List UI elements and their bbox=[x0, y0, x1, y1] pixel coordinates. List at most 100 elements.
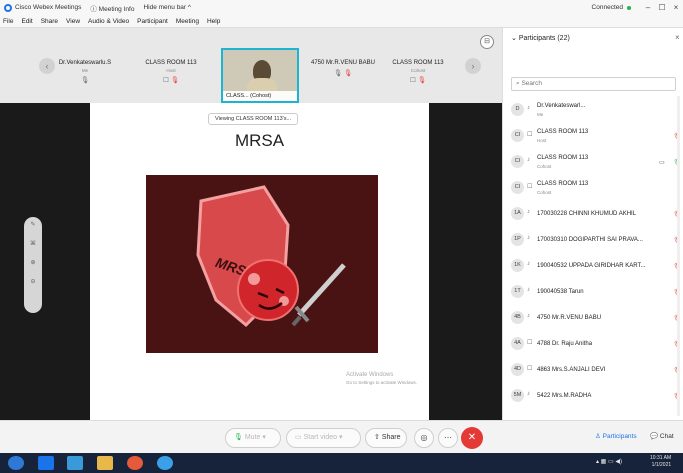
participant-row[interactable]: 4A ☐ 4788 Dr. Raju Anitha 🎙 bbox=[511, 334, 681, 356]
participant-avatar: 1A bbox=[511, 207, 524, 220]
share-icon: ⇧ bbox=[374, 434, 380, 441]
computer-audio-icon: ♪ bbox=[527, 261, 530, 267]
participant-row[interactable]: 4B ♪ 4750 Mr.R.VENU BABU 🎙 bbox=[511, 308, 681, 330]
participant-avatar: 1T bbox=[511, 285, 524, 298]
active-speaker-tile[interactable]: CLASS... (Cohost) bbox=[221, 48, 299, 103]
phone-icon: ☐ bbox=[527, 184, 533, 190]
menu-meeting[interactable]: Meeting bbox=[176, 18, 199, 25]
phone-icon: ☐ bbox=[527, 340, 533, 346]
menu-file[interactable]: File bbox=[3, 18, 13, 25]
computer-audio-icon: ♪ bbox=[527, 157, 530, 163]
menu-participant[interactable]: Participant bbox=[137, 18, 168, 25]
participant-row[interactable]: 1A ♪ 170030228 CHINNI KHUMUD AKHIL 🎙 bbox=[511, 204, 681, 226]
participant-search[interactable]: ⌕ bbox=[511, 77, 676, 91]
chat-label: Chat bbox=[659, 433, 674, 440]
zoom-out-icon[interactable]: ⊖ bbox=[24, 278, 42, 285]
menu-share[interactable]: Share bbox=[41, 18, 58, 25]
annotation-toolbar[interactable]: ✎ ⌘ ⊕ ⊖ bbox=[24, 217, 42, 313]
participant-row[interactable]: CI ♪ CLASS ROOM 113 Cohost ▭ 🎙 bbox=[511, 152, 681, 174]
video-tile[interactable]: 4750 Mr.R.VENU BABU 🎙 🎙 bbox=[300, 50, 386, 94]
participant-name: CLASS ROOM 113 bbox=[537, 181, 589, 187]
participant-avatar: 4A bbox=[511, 337, 524, 350]
participant-name: Dr.Venkateswarl... bbox=[537, 103, 586, 109]
participant-row[interactable]: 4D ☐ 4863 Mrs.S.ANJALI DEVI 🎙 bbox=[511, 360, 681, 382]
close-window-button[interactable]: × bbox=[669, 3, 683, 12]
menu-edit[interactable]: Edit bbox=[21, 18, 32, 25]
panel-header[interactable]: ⌄ Participants (22) bbox=[511, 34, 570, 42]
menu-help[interactable]: Help bbox=[207, 18, 220, 25]
computer-audio-icon: ♪ bbox=[527, 105, 530, 111]
participant-avatar: D bbox=[511, 103, 524, 116]
menu-view[interactable]: View bbox=[66, 18, 80, 25]
tile-name: 4750 Mr.R.VENU BABU bbox=[310, 60, 376, 66]
participant-row[interactable]: 1T ♪ 190040538 Tarun 🎙 bbox=[511, 282, 681, 304]
leave-meeting-button[interactable]: ✕ bbox=[461, 427, 483, 449]
video-tile[interactable]: Dr.Venkateswarlu.S Me 🎙 bbox=[42, 50, 128, 94]
tile-role: Host bbox=[166, 68, 176, 73]
phone-icon: ☐ bbox=[163, 77, 169, 84]
chrome-icon[interactable] bbox=[127, 456, 143, 470]
participant-row[interactable]: D ♪ Dr.Venkateswarl... Me bbox=[511, 100, 681, 122]
video-tile[interactable]: CLASS ROOM 113 Cohost ☐ 🎙 bbox=[375, 50, 461, 94]
strip-next-button[interactable]: › bbox=[465, 58, 481, 74]
pointer-tool-icon[interactable]: ✎ bbox=[24, 221, 42, 228]
chat-icon: 💬 bbox=[650, 433, 659, 440]
network-icon[interactable]: ▴ ▦ ▭ ◀) bbox=[596, 459, 622, 465]
panel-scrollbar[interactable] bbox=[677, 96, 680, 416]
search-input[interactable] bbox=[521, 80, 652, 87]
participant-name: 4863 Mrs.S.ANJALI DEVI bbox=[537, 367, 606, 373]
folder-icon[interactable] bbox=[97, 456, 113, 470]
participant-name: 5422 Mrs.M.RADHA bbox=[537, 393, 592, 399]
meeting-info-button[interactable]: ⓘ Meeting Info bbox=[90, 3, 134, 13]
participant-row[interactable]: CI ☐ CLASS ROOM 113 Cohost bbox=[511, 178, 681, 200]
internet-explorer-icon[interactable] bbox=[38, 456, 54, 470]
start-button-icon[interactable] bbox=[8, 456, 24, 470]
hide-menu-bar-label: Hide menu bar bbox=[143, 4, 187, 11]
active-speaker-label: CLASS... (Cohost) bbox=[223, 91, 297, 101]
restore-button[interactable]: ☐ bbox=[655, 3, 669, 12]
hide-menu-bar-button[interactable]: Hide menu bar ^ bbox=[143, 4, 191, 11]
participant-name: 190040532 UPPADA GIRIDHAR KART... bbox=[537, 263, 646, 269]
participant-avatar: 4B bbox=[511, 311, 524, 324]
taskbar-clock[interactable]: 10:31 AM 1/1/2021 bbox=[650, 455, 671, 469]
file-explorer-icon[interactable] bbox=[67, 456, 83, 470]
sharing-icon: ▭ bbox=[659, 160, 665, 166]
clock-time: 10:31 AM bbox=[650, 455, 672, 461]
layout-toggle-icon[interactable]: ⊟ bbox=[480, 35, 494, 49]
more-options-button[interactable]: ⋯ bbox=[438, 428, 458, 448]
viewing-indicator[interactable]: Viewing CLASS ROOM 113's... bbox=[208, 113, 299, 125]
share-button[interactable]: ⇧ Share bbox=[365, 428, 407, 448]
menu-audio-video[interactable]: Audio & Video bbox=[88, 18, 129, 25]
video-camera-icon: ▭ bbox=[295, 434, 302, 441]
participant-role: Cohost bbox=[537, 164, 552, 169]
participant-row[interactable]: 1K ♪ 190040532 UPPADA GIRIDHAR KART... 🎙 bbox=[511, 256, 681, 278]
panel-close-button[interactable]: × bbox=[675, 33, 680, 42]
start-video-button[interactable]: ▭ Start video ▾ bbox=[286, 428, 361, 448]
participant-row[interactable]: CI ☐ CLASS ROOM 113 Host 🎙 bbox=[511, 126, 681, 148]
video-tile[interactable]: CLASS ROOM 113 Host ☐ 🎙 bbox=[128, 50, 214, 94]
participant-avatar: 1K bbox=[511, 259, 524, 272]
text-tool-icon[interactable]: ⌘ bbox=[24, 240, 42, 247]
participant-row[interactable]: 5M ♪ 5422 Mrs.M.RADHA 🎙 bbox=[511, 386, 681, 408]
mrsa-shield-sword-image: MRSA bbox=[146, 175, 378, 353]
webex-taskbar-icon[interactable] bbox=[157, 456, 173, 470]
participants-button[interactable]: ♙ Participants bbox=[595, 432, 637, 440]
record-icon: ◎ bbox=[420, 433, 428, 442]
system-tray: ▴ ▦ ▭ ◀) bbox=[596, 458, 622, 465]
close-icon: ✕ bbox=[467, 432, 477, 443]
participant-name: CLASS ROOM 113 bbox=[537, 129, 589, 135]
chat-button[interactable]: 💬 Chat bbox=[650, 432, 674, 440]
tile-name: Dr.Venkateswarlu.S bbox=[58, 60, 112, 66]
tile-status-icons: ☐ 🎙 bbox=[128, 76, 214, 84]
menu-bar: File Edit Share View Audio & Video Parti… bbox=[0, 15, 683, 28]
phone-icon: ☐ bbox=[527, 132, 533, 138]
minimize-button[interactable]: – bbox=[641, 3, 655, 12]
mute-button[interactable]: 🎙 Mute ▾ bbox=[225, 428, 281, 448]
participant-role: Host bbox=[537, 138, 547, 143]
zoom-in-icon[interactable]: ⊕ bbox=[24, 259, 42, 266]
participants-panel: ⌄ Participants (22) × ⌕ D ♪ Dr.Venkatesw… bbox=[502, 28, 683, 420]
share-label: Share bbox=[381, 434, 401, 441]
computer-audio-icon: ♪ bbox=[527, 313, 530, 319]
record-button[interactable]: ◎ bbox=[414, 428, 434, 448]
participant-row[interactable]: 1P ♪ 170030310 DOGIPARTHI SAI PRAVA... 🎙 bbox=[511, 230, 681, 252]
